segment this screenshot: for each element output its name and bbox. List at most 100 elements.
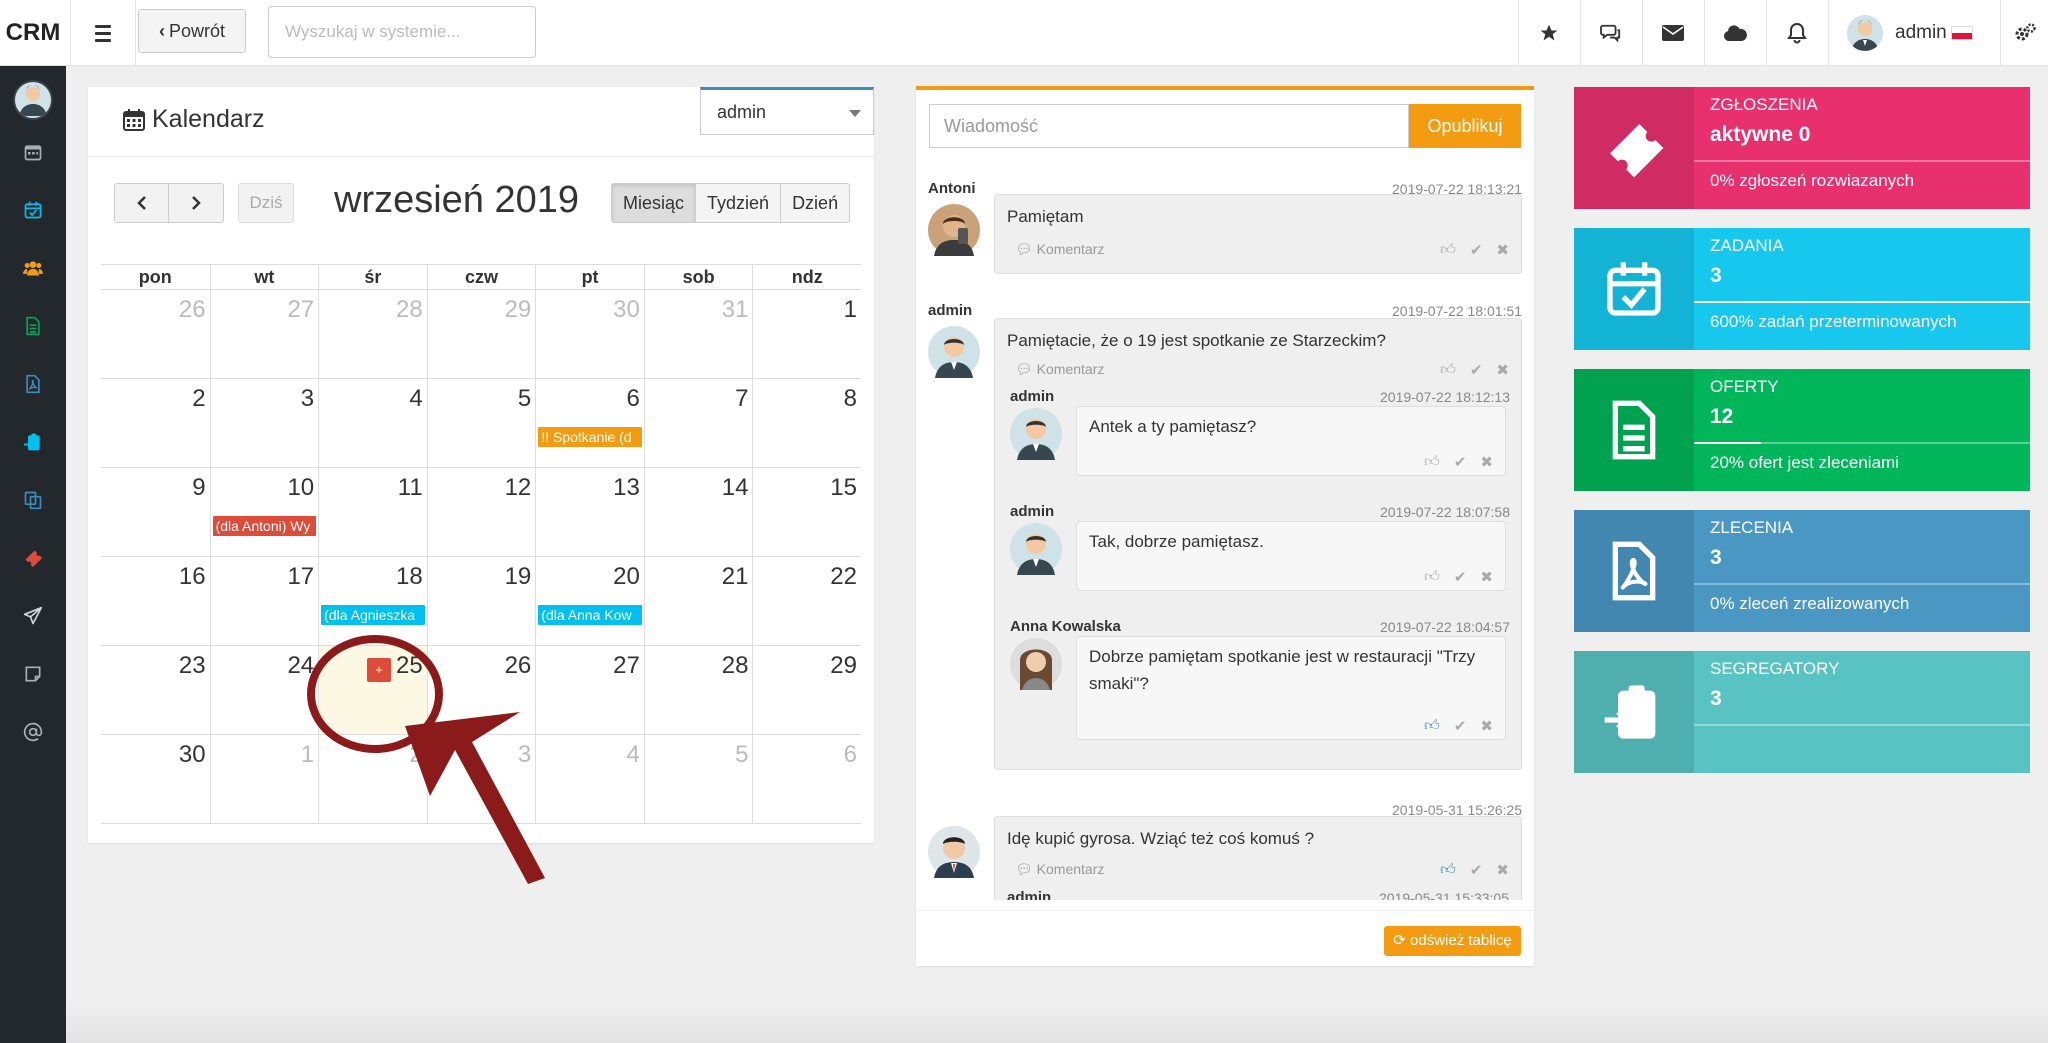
- view-month-button[interactable]: Miesiąc: [611, 183, 697, 223]
- next-month-button[interactable]: [169, 183, 224, 223]
- close-icon[interactable]: ✖: [1480, 453, 1493, 471]
- calendar-day-cell[interactable]: 4: [318, 379, 427, 467]
- calendar-day-cell[interactable]: 10 (dla Antoni) Wy: [209, 468, 319, 556]
- cloud-button[interactable]: [1704, 0, 1764, 66]
- calendar-day-cell[interactable]: 12: [426, 468, 536, 556]
- comment-link[interactable]: 💬︎ Komentarz: [1015, 861, 1104, 878]
- user-menu[interactable]: admin: [1828, 0, 2000, 66]
- calendar-day-cell[interactable]: 23: [101, 646, 210, 734]
- check-icon[interactable]: ✔: [1470, 861, 1483, 879]
- close-icon[interactable]: ✖: [1496, 361, 1509, 379]
- calendar-day-cell[interactable]: 15: [752, 468, 861, 556]
- sidebar-item-ticket[interactable]: [0, 538, 66, 578]
- sidebar-item-users[interactable]: [0, 248, 66, 288]
- check-icon[interactable]: ✔: [1470, 361, 1483, 379]
- check-icon[interactable]: ✔: [1454, 568, 1467, 586]
- calendar-day-cell[interactable]: 28: [643, 646, 753, 734]
- check-icon[interactable]: ✔: [1454, 453, 1467, 471]
- stat-box-segregatory[interactable]: SEGREGATORY 3: [1574, 651, 2030, 773]
- sidebar-item-pdf[interactable]: [0, 364, 66, 404]
- calendar-event[interactable]: (dla Anna Kow: [538, 605, 642, 625]
- stat-box-zlecenia[interactable]: ZLECENIA 3 0% zleceń zrealizowanych: [1574, 510, 2030, 632]
- thumbs-up-icon[interactable]: 👍︎: [1440, 241, 1456, 259]
- calendar-day-cell[interactable]: 16: [101, 557, 210, 645]
- stat-box-oferty[interactable]: OFERTY 12 20% ofert jest zleceniami: [1574, 369, 2030, 491]
- calendar-event[interactable]: !! Spotkanie (d: [538, 427, 642, 447]
- calendar-day-cell[interactable]: 27: [209, 290, 319, 378]
- today-button[interactable]: Dziś: [238, 183, 294, 223]
- calendar-day-cell[interactable]: 30: [101, 735, 210, 823]
- app-logo[interactable]: CRM: [0, 0, 66, 66]
- refresh-wall-button[interactable]: ⟳ odśwież tablicę: [1384, 926, 1521, 956]
- close-icon[interactable]: ✖: [1496, 241, 1509, 259]
- calendar-day-cell[interactable]: 21: [643, 557, 753, 645]
- notifications-button[interactable]: [1766, 0, 1826, 66]
- user-filter-select[interactable]: admin: [700, 87, 874, 135]
- publish-button[interactable]: Opublikuj: [1409, 104, 1521, 148]
- sidebar-item-note[interactable]: [0, 654, 66, 694]
- view-week-button[interactable]: Tydzień: [695, 183, 782, 223]
- sidebar-item-document[interactable]: [0, 306, 66, 346]
- sidebar-item-clipboard[interactable]: [0, 422, 66, 462]
- comment-link[interactable]: 💬︎ Komentarz: [1015, 241, 1104, 258]
- calendar-day-cell[interactable]: 2: [101, 379, 210, 467]
- calendar-day-cell[interactable]: 30: [535, 290, 644, 378]
- sidebar-item-paper-plane[interactable]: [0, 596, 66, 636]
- message-input[interactable]: [929, 104, 1409, 148]
- stat-box-zgłoszenia[interactable]: ZGŁOSZENIA aktywne 0 0% zgłoszeń rozwiaz…: [1574, 87, 2030, 209]
- thumbs-up-icon[interactable]: 👍︎: [1424, 453, 1440, 471]
- menu-toggle-button[interactable]: [70, 0, 136, 66]
- calendar-day-cell[interactable]: 29: [426, 290, 536, 378]
- sidebar-item-copy[interactable]: [0, 480, 66, 520]
- calendar-day-cell[interactable]: 31: [643, 290, 753, 378]
- comment-label: Komentarz: [1036, 361, 1105, 377]
- search-input[interactable]: [268, 6, 536, 58]
- calendar-day-cell[interactable]: 6 !! Spotkanie (d: [535, 379, 644, 467]
- check-icon[interactable]: ✔: [1470, 241, 1483, 259]
- thumbs-up-icon[interactable]: 👍︎: [1424, 717, 1440, 735]
- calendar-day-cell[interactable]: 26: [101, 290, 210, 378]
- calendar-event[interactable]: (dla Antoni) Wy: [212, 516, 317, 536]
- thumbs-up-icon[interactable]: 👍︎: [1424, 568, 1440, 586]
- check-icon[interactable]: ✔: [1454, 717, 1467, 735]
- calendar-day-cell[interactable]: 3: [209, 379, 319, 467]
- calendar-day-cell[interactable]: 13: [535, 468, 644, 556]
- thumbs-up-icon[interactable]: 👍︎: [1440, 361, 1456, 379]
- day-number: 10: [287, 474, 315, 501]
- calendar-day-cell[interactable]: 7: [643, 379, 753, 467]
- calendar-day-cell[interactable]: 11: [318, 468, 427, 556]
- calendar-day-cell[interactable]: 5: [426, 379, 536, 467]
- calendar-day-cell[interactable]: 6: [752, 735, 861, 823]
- comment-link[interactable]: 💬︎ Komentarz: [1015, 361, 1104, 378]
- settings-button[interactable]: [2000, 0, 2048, 66]
- calendar-day-cell[interactable]: 14: [643, 468, 753, 556]
- prev-month-button[interactable]: [114, 183, 169, 223]
- sidebar-item-calendar[interactable]: [0, 132, 66, 172]
- sidebar-avatar[interactable]: [13, 80, 53, 120]
- view-day-button[interactable]: Dzień: [780, 183, 851, 223]
- messages-button[interactable]: [1642, 0, 1702, 66]
- calendar-day-cell[interactable]: 22: [752, 557, 861, 645]
- calendar-day-cell[interactable]: 9: [101, 468, 210, 556]
- close-icon[interactable]: ✖: [1480, 568, 1493, 586]
- calendar-day-cell[interactable]: 5: [643, 735, 753, 823]
- cloud-icon: [1723, 25, 1747, 42]
- calendar-day-cell[interactable]: 29: [752, 646, 861, 734]
- day-number: 27: [287, 296, 315, 323]
- sidebar-item-at[interactable]: [0, 712, 66, 752]
- sidebar-item-calendar-check[interactable]: [0, 190, 66, 230]
- message-feed[interactable]: Antoni 2019-07-22 18:13:21 Pamiętam 💬︎ K…: [916, 176, 1534, 900]
- calendar-event[interactable]: (dla Agnieszka: [321, 605, 425, 625]
- calendar-day-cell[interactable]: 1: [752, 290, 861, 378]
- close-icon[interactable]: ✖: [1480, 717, 1493, 735]
- thumbs-up-icon[interactable]: 👍︎: [1440, 861, 1456, 879]
- calendar-day-cell[interactable]: 28: [318, 290, 427, 378]
- back-button[interactable]: ‹ Powrót: [138, 9, 246, 53]
- chat-button[interactable]: [1580, 0, 1640, 66]
- close-icon[interactable]: ✖: [1496, 861, 1509, 879]
- calendar-day-cell[interactable]: 8: [752, 379, 861, 467]
- favorites-button[interactable]: [1518, 0, 1578, 66]
- top-bar: CRM ‹Powrót admin: [0, 0, 2048, 66]
- avatar: [1010, 408, 1062, 460]
- stat-box-zadania[interactable]: ZADANIA 3 600% zadań przeterminowanych: [1574, 228, 2030, 350]
